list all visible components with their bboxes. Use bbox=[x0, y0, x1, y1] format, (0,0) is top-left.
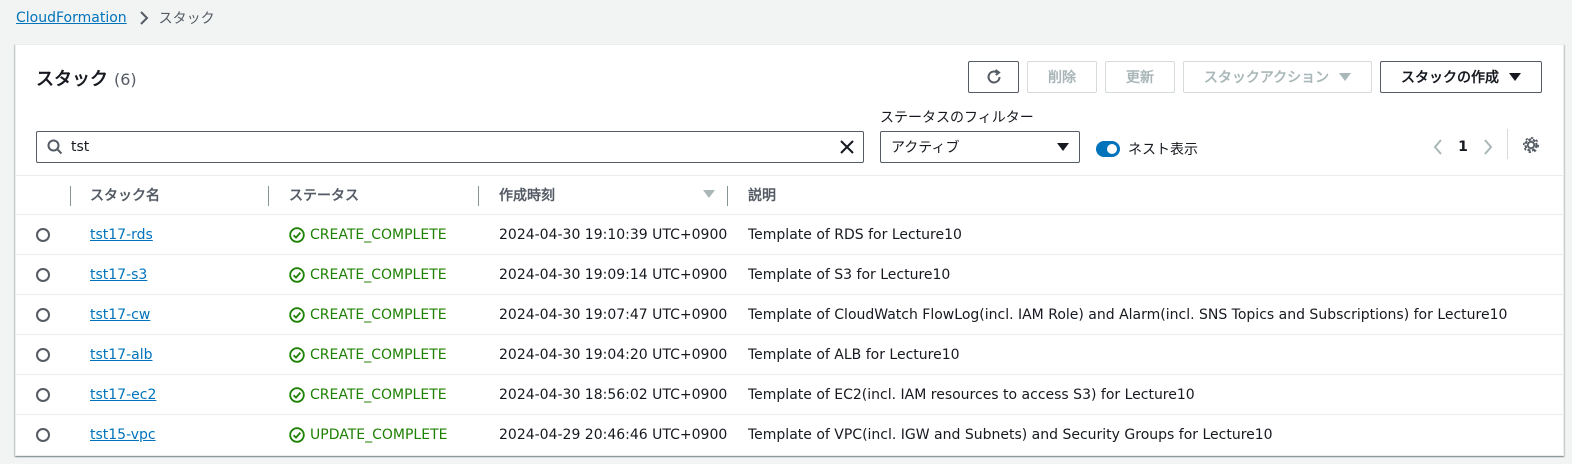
status-cell: UPDATE_COMPLETE bbox=[289, 415, 447, 455]
chevron-right-icon bbox=[139, 11, 149, 25]
stack-name-link[interactable]: tst15-vpc bbox=[90, 427, 156, 443]
created-time: 2024-04-30 19:10:39 UTC+0900 bbox=[499, 227, 728, 243]
description: Template of VPC(incl. IGW and Subnets) a… bbox=[748, 427, 1273, 443]
row-select-radio[interactable] bbox=[36, 308, 50, 322]
success-check-icon bbox=[289, 387, 305, 403]
caret-down-icon bbox=[1339, 73, 1352, 81]
stack-name-link[interactable]: tst17-alb bbox=[90, 347, 153, 363]
column-divider[interactable] bbox=[727, 186, 728, 206]
table-row: tst17-ec2 CREATE_COMPLETE 2024-04-30 18:… bbox=[16, 375, 1563, 415]
table-row: tst17-cw CREATE_COMPLETE 2024-04-30 19:0… bbox=[16, 295, 1563, 335]
search-field bbox=[36, 131, 864, 163]
description: Template of ALB for Lecture10 bbox=[748, 347, 960, 363]
breadcrumb-cloudformation-link[interactable]: CloudFormation bbox=[16, 10, 127, 26]
success-check-icon bbox=[289, 227, 305, 243]
update-button[interactable]: 更新 bbox=[1105, 61, 1175, 93]
column-divider bbox=[70, 186, 71, 206]
stack-actions-button[interactable]: スタックアクション bbox=[1183, 61, 1372, 93]
stack-name-link[interactable]: tst17-ec2 bbox=[90, 387, 156, 403]
table-row: tst17-s3 CREATE_COMPLETE 2024-04-30 19:0… bbox=[16, 255, 1563, 295]
description: Template of EC2(incl. IAM resources to a… bbox=[748, 387, 1195, 403]
column-header-status[interactable]: ステータス bbox=[289, 176, 359, 214]
description: Template of RDS for Lecture10 bbox=[748, 227, 962, 243]
created-time: 2024-04-29 20:46:46 UTC+0900 bbox=[499, 427, 728, 443]
toggle-switch[interactable] bbox=[1096, 141, 1120, 157]
created-time: 2024-04-30 18:56:02 UTC+0900 bbox=[499, 387, 728, 403]
table-row: tst17-rds CREATE_COMPLETE 2024-04-30 19:… bbox=[16, 215, 1563, 255]
breadcrumb-current: スタック bbox=[158, 11, 215, 27]
description: Template of CloudWatch FlowLog(incl. IAM… bbox=[748, 307, 1508, 323]
status-text: CREATE_COMPLETE bbox=[310, 227, 447, 243]
row-select-radio[interactable] bbox=[36, 388, 50, 402]
refresh-icon bbox=[985, 68, 1003, 86]
create-stack-label: スタックの作成 bbox=[1401, 70, 1499, 86]
status-cell: CREATE_COMPLETE bbox=[289, 295, 447, 335]
nested-view-label: ネスト表示 bbox=[1128, 142, 1198, 158]
pagination: 1 bbox=[1426, 133, 1500, 161]
delete-button[interactable]: 削除 bbox=[1027, 61, 1097, 93]
current-page[interactable]: 1 bbox=[1450, 139, 1476, 155]
success-check-icon bbox=[289, 347, 305, 363]
next-page-icon[interactable] bbox=[1476, 133, 1500, 161]
stack-name-link[interactable]: tst17-rds bbox=[90, 227, 153, 243]
success-check-icon bbox=[289, 427, 305, 443]
status-cell: CREATE_COMPLETE bbox=[289, 375, 447, 415]
success-check-icon bbox=[289, 267, 305, 283]
status-text: CREATE_COMPLETE bbox=[310, 307, 447, 323]
column-divider[interactable] bbox=[268, 186, 269, 206]
nested-view-toggle[interactable]: ネスト表示 bbox=[1096, 139, 1198, 159]
created-time: 2024-04-30 19:04:20 UTC+0900 bbox=[499, 347, 728, 363]
stacks-panel: スタック (6) 削除 更新 スタックアクション スタックの作成 ステータスのフ… bbox=[15, 44, 1564, 456]
row-select-radio[interactable] bbox=[36, 268, 50, 282]
column-header-created-time[interactable]: 作成時刻 bbox=[499, 176, 555, 214]
caret-down-icon bbox=[1057, 143, 1069, 151]
refresh-button[interactable] bbox=[968, 61, 1019, 93]
status-cell: CREATE_COMPLETE bbox=[289, 215, 447, 255]
status-cell: CREATE_COMPLETE bbox=[289, 255, 447, 295]
status-cell: CREATE_COMPLETE bbox=[289, 335, 447, 375]
row-select-radio[interactable] bbox=[36, 428, 50, 442]
column-divider[interactable] bbox=[478, 186, 479, 206]
status-filter-value: アクティブ bbox=[891, 140, 960, 156]
table-row: tst15-vpc UPDATE_COMPLETE 2024-04-29 20:… bbox=[16, 415, 1563, 455]
stack-name-link[interactable]: tst17-s3 bbox=[90, 267, 147, 283]
status-text: CREATE_COMPLETE bbox=[310, 387, 447, 403]
created-time: 2024-04-30 19:09:14 UTC+0900 bbox=[499, 267, 728, 283]
create-stack-button[interactable]: スタックの作成 bbox=[1380, 61, 1542, 93]
stack-count: (6) bbox=[114, 70, 137, 89]
gear-icon[interactable] bbox=[1519, 133, 1543, 157]
clear-icon[interactable] bbox=[839, 139, 855, 155]
caret-down-icon bbox=[1509, 73, 1521, 81]
stack-name-link[interactable]: tst17-cw bbox=[90, 307, 150, 323]
success-check-icon bbox=[289, 307, 305, 323]
search-input[interactable] bbox=[71, 139, 839, 155]
column-header-stack-name[interactable]: スタック名 bbox=[90, 176, 160, 214]
status-filter-label: ステータスのフィルター bbox=[880, 110, 1034, 126]
table-header: スタック名 ステータス 作成時刻 説明 bbox=[16, 175, 1563, 215]
sort-descending-icon[interactable] bbox=[703, 190, 715, 198]
breadcrumb: CloudFormation スタック bbox=[16, 8, 215, 28]
row-select-radio[interactable] bbox=[36, 348, 50, 362]
status-filter-select[interactable]: アクティブ bbox=[880, 131, 1080, 163]
row-select-radio[interactable] bbox=[36, 228, 50, 242]
previous-page-icon[interactable] bbox=[1426, 133, 1450, 161]
stack-actions-label: スタックアクション bbox=[1203, 70, 1330, 86]
panel-header: スタック (6) bbox=[36, 65, 137, 91]
page-title: スタック bbox=[36, 69, 108, 90]
created-time: 2024-04-30 19:07:47 UTC+0900 bbox=[499, 307, 728, 323]
divider bbox=[1507, 129, 1508, 159]
column-header-description[interactable]: 説明 bbox=[748, 176, 776, 214]
search-icon bbox=[47, 139, 63, 155]
status-text: CREATE_COMPLETE bbox=[310, 267, 447, 283]
status-text: CREATE_COMPLETE bbox=[310, 347, 447, 363]
table-row: tst17-alb CREATE_COMPLETE 2024-04-30 19:… bbox=[16, 335, 1563, 375]
description: Template of S3 for Lecture10 bbox=[748, 267, 951, 283]
status-text: UPDATE_COMPLETE bbox=[310, 427, 448, 443]
